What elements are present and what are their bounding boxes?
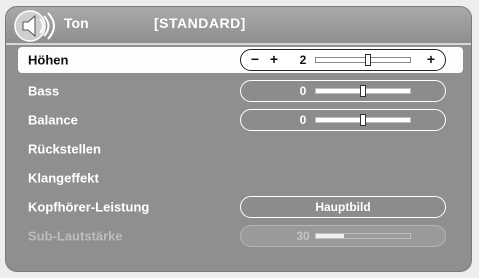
menu-header: Ton [STANDARD] [6,7,471,45]
sub-volume-slider: 30 [240,224,446,247]
slider-value: 30 [296,228,310,243]
menu-item-label: Sub-Lautstärke [28,228,123,243]
menu-item-reset[interactable]: Rückstellen [6,134,471,163]
headphone-output-value: Hauptbild [315,199,371,214]
slider-track[interactable] [315,54,411,66]
slider-thumb[interactable] [360,84,366,97]
preset-label: [STANDARD] [154,15,246,31]
menu-item-label: Rückstellen [28,141,101,156]
menu-item-label: Höhen [28,52,69,68]
menu-title: Ton [64,15,89,31]
hoehen-slider[interactable]: − + 2 + [240,49,446,71]
slider-value: 2 [299,53,307,67]
bass-slider[interactable]: 0 [240,79,446,102]
headphone-output-select[interactable]: Hauptbild [240,195,446,218]
menu-item-label: Bass [28,83,60,98]
slider-value: 0 [299,83,307,98]
speaker-icon [14,10,55,42]
increase-button[interactable]: + [423,51,439,67]
decrease-button[interactable]: − [247,51,263,67]
menu-item-sound-effect[interactable]: Klangeffekt [6,163,471,192]
plus-sign: + [269,51,279,67]
slider-track [315,232,411,239]
menu-item-headphone-output[interactable]: Kopfhörer-Leistung Hauptbild [6,192,471,221]
balance-slider[interactable]: 0 [240,108,446,131]
slider-value: 0 [299,112,307,127]
slider-thumb[interactable] [364,54,371,66]
menu-item-bass[interactable]: Bass 0 [6,76,471,105]
menu-item-label: Balance [28,112,78,127]
sound-menu-panel: Ton [STANDARD] Höhen − + 2 + Bass 0 Bala… [5,6,472,272]
menu-item-balance[interactable]: Balance 0 [6,105,471,134]
slider-thumb[interactable] [360,113,366,126]
slider-track[interactable] [315,113,411,126]
menu-item-hoehen[interactable]: Höhen − + 2 + [18,47,463,73]
menu-item-label: Kopfhörer-Leistung [28,199,150,214]
slider-track[interactable] [315,84,411,97]
menu-item-sub-volume: Sub-Lautstärke 30 [6,221,471,250]
slider-fill [316,233,345,238]
menu-item-label: Klangeffekt [28,170,99,185]
